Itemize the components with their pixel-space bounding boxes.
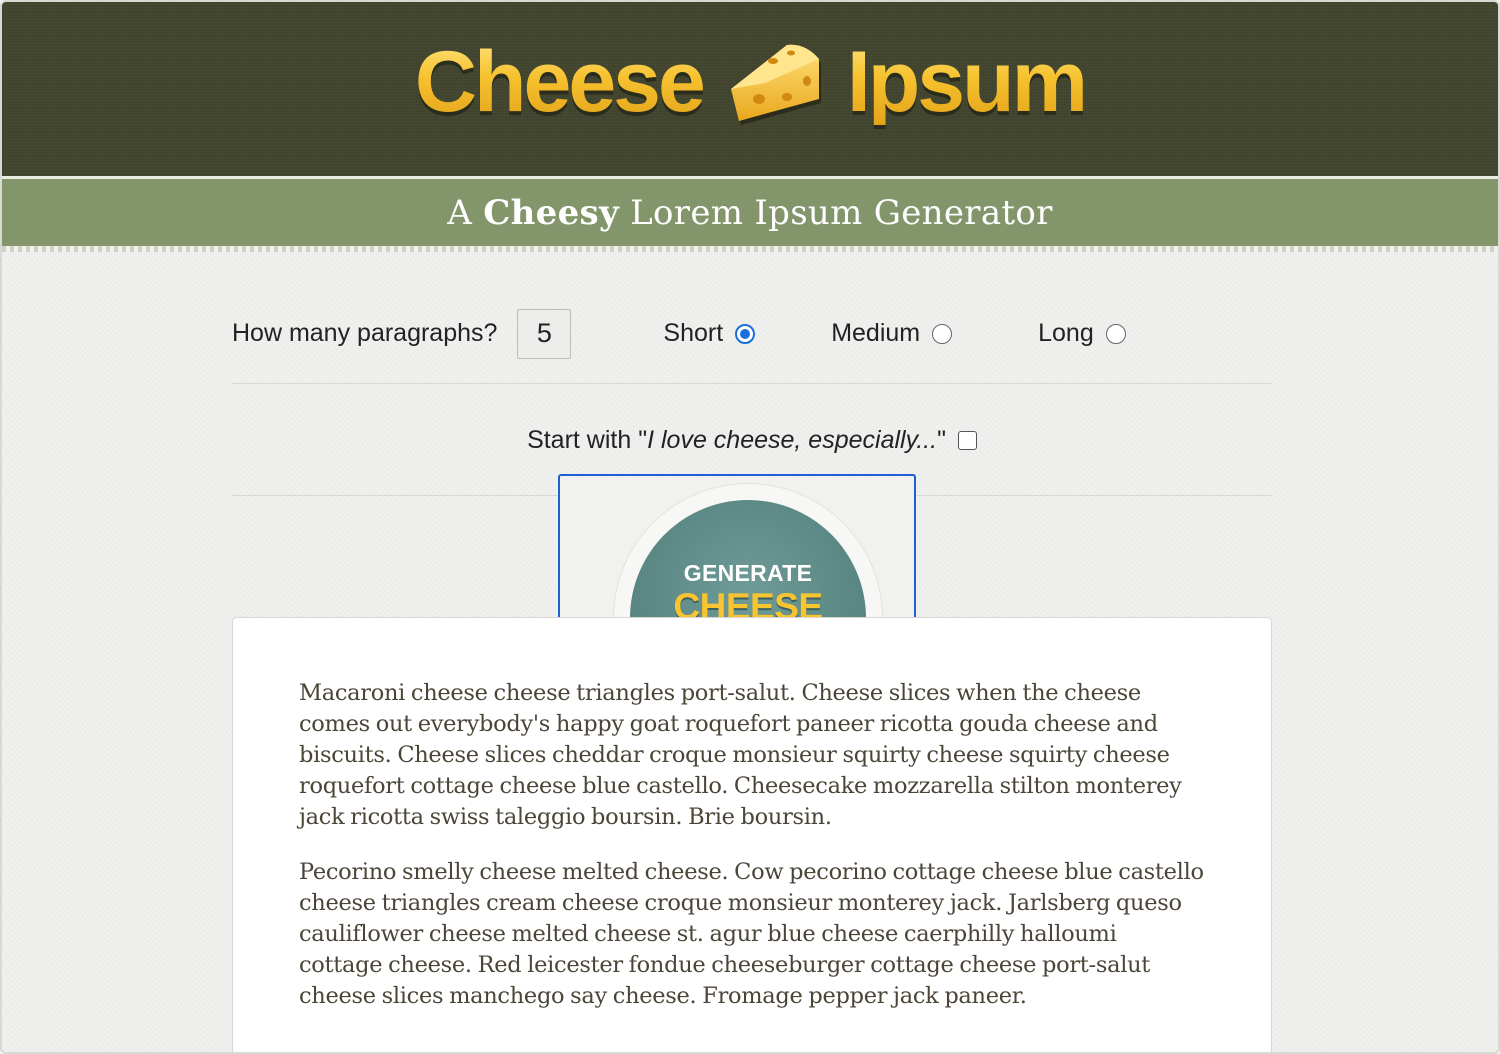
tagline-prefix: A [447, 192, 484, 233]
cheese-wedge-icon [730, 44, 821, 125]
length-option-medium[interactable]: Medium [831, 319, 953, 348]
tagline-bold: Cheesy [483, 192, 620, 233]
output-paragraph: Macaroni cheese cheese triangles port-sa… [299, 680, 1182, 830]
start-with-checkbox[interactable] [957, 431, 977, 450]
logo-word-cheese: Cheese [414, 34, 706, 130]
length-option-label: Long [1038, 319, 1094, 347]
paragraphs-label: How many paragraphs? [232, 319, 498, 347]
tagline: A Cheesy Lorem Ipsum Generator [447, 193, 1052, 233]
generator-controls: How many paragraphs? Short Medium Long [232, 284, 1272, 384]
start-with-prefix: Start with " [527, 426, 648, 454]
site-logo[interactable]: Cheese Ipsum [414, 34, 1088, 130]
logo-word-ipsum: Ipsum [846, 34, 1088, 130]
site-header: Cheese Ipsum [2, 2, 1498, 176]
length-option-label: Medium [831, 319, 921, 347]
output-panel: Macaroni cheese cheese triangles port-sa… [232, 617, 1272, 1052]
radio-short[interactable] [735, 323, 756, 344]
length-option-long[interactable]: Long [1038, 319, 1126, 348]
radio-long[interactable] [1105, 323, 1126, 344]
paragraphs-count-input[interactable] [517, 308, 572, 359]
length-option-short[interactable]: Short [663, 319, 756, 348]
generate-button-top-label: GENERATE [683, 560, 813, 586]
output-paragraph: Pecorino smelly cheese melted cheese. Co… [299, 859, 1204, 1009]
start-with-label: Start with "I love cheese, especially...… [527, 426, 946, 455]
radio-medium[interactable] [932, 323, 953, 344]
page: Cheese Ipsum A Cheesy Lorem Ipsum Genera… [0, 0, 1500, 1054]
tagline-band: A Cheesy Lorem Ipsum Generator [2, 176, 1498, 252]
generate-button-ring: GENERATE CHEESE [614, 484, 882, 634]
start-with-suffix: " [937, 426, 946, 454]
length-option-label: Short [663, 319, 724, 347]
generate-cheese-button[interactable]: GENERATE CHEESE [558, 474, 916, 634]
tagline-suffix: Lorem Ipsum Generator [619, 192, 1053, 233]
generate-button-face: GENERATE CHEESE [630, 500, 866, 634]
start-with-phrase: I love cheese, especially... [647, 426, 938, 454]
